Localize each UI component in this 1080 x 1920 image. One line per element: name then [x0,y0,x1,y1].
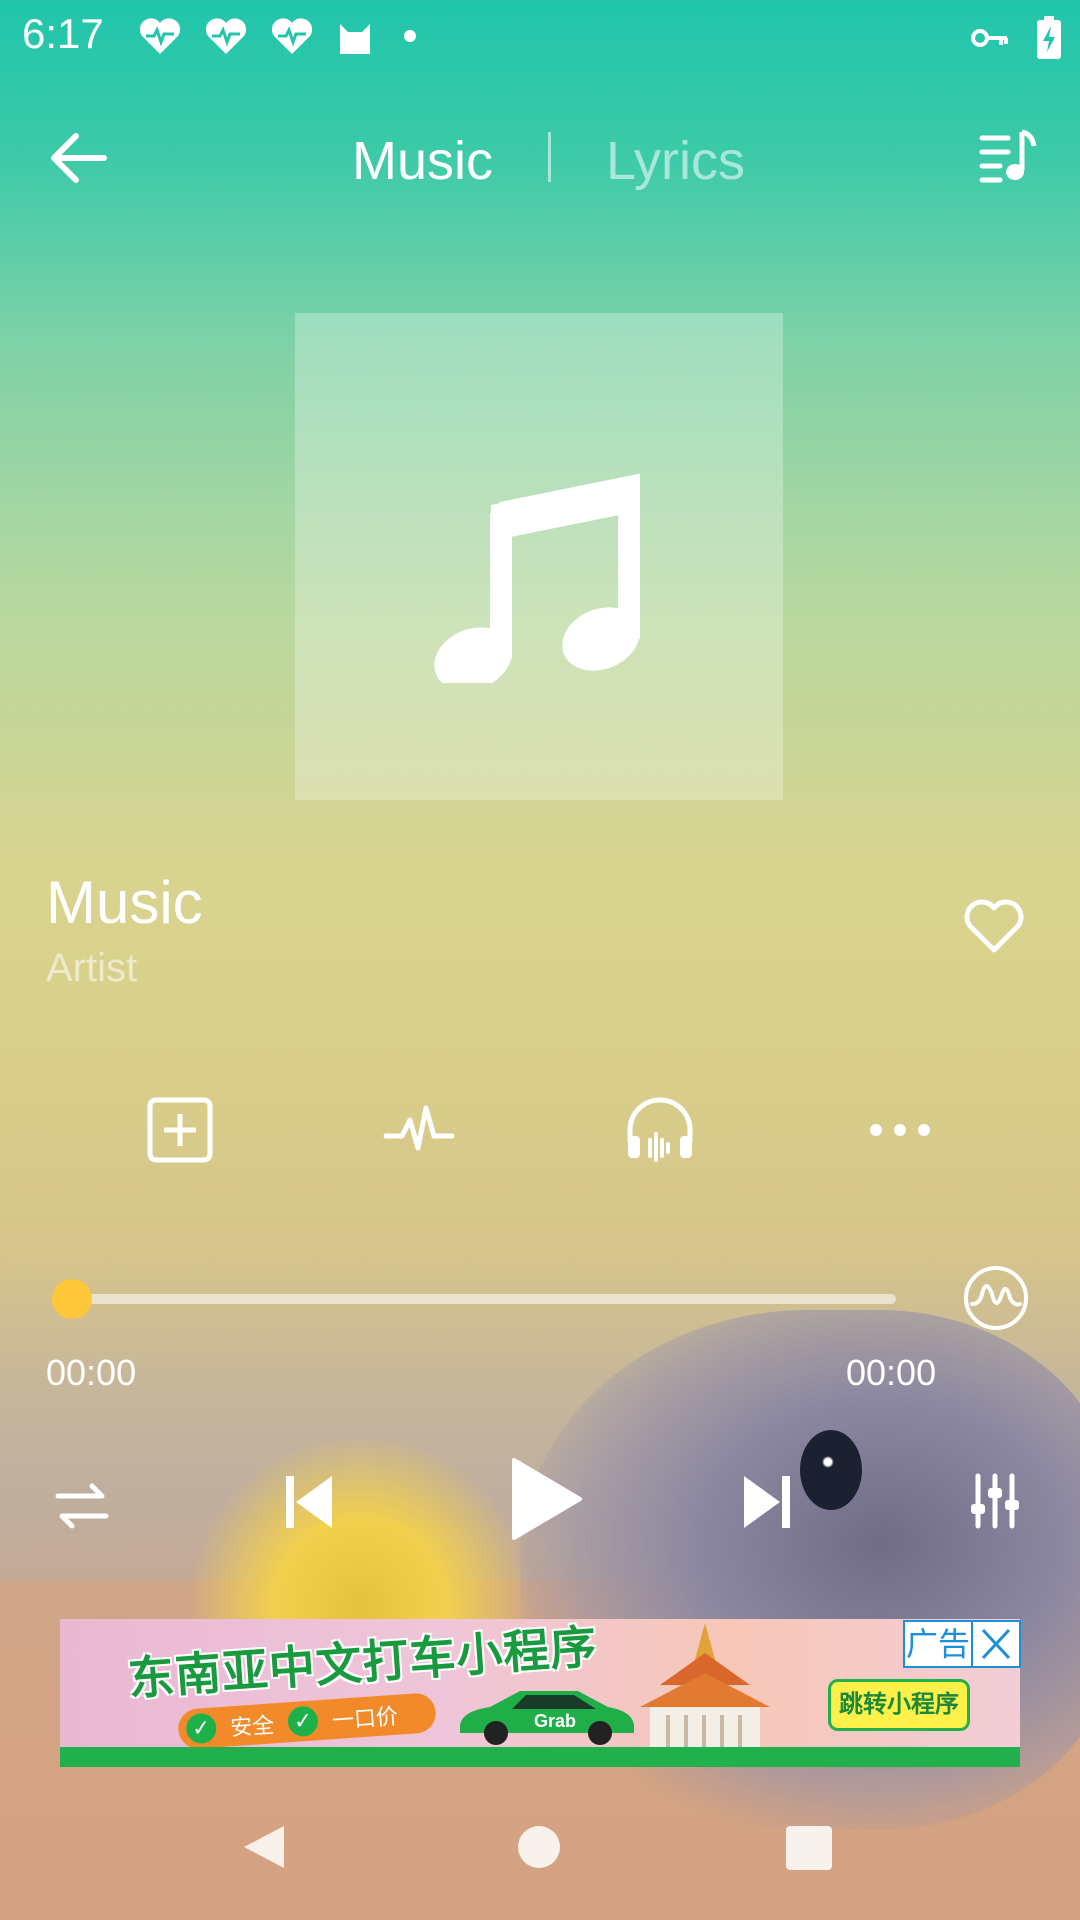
cat-icon [336,16,374,61]
repeat-button[interactable] [54,1480,110,1537]
waveform-button[interactable] [380,1090,460,1170]
nav-recents-button[interactable] [786,1826,832,1870]
heart-outline-icon [964,899,1024,953]
next-icon [744,1476,790,1528]
more-icon [870,1124,930,1136]
equalizer-icon [971,1473,1019,1529]
status-notification-icons [138,16,424,61]
progress-knob[interactable] [52,1279,92,1319]
visualizer-button[interactable] [962,1264,1030,1332]
action-row [0,1090,1080,1170]
sound-effect-button[interactable] [620,1090,700,1170]
ad-badge-safe: 安全 [229,1712,276,1741]
ad-banner[interactable]: 东南亚中文打车小程序 ✓ 安全 ✓ 一口价 Grab 跳转小程序 [60,1619,1020,1767]
playlist-music-icon [979,129,1037,183]
ad-cta-button[interactable]: 跳转小程序 [828,1679,970,1731]
playlist-button[interactable] [978,126,1038,186]
ad-label: 广告 [903,1620,973,1668]
tab-music[interactable]: Music [352,130,493,192]
check-icon: ✓ [287,1705,320,1738]
play-icon [512,1458,582,1540]
ad-temple-image [640,1623,770,1749]
status-time: 6:17 [22,10,104,57]
heart-pulse-icon [138,16,182,61]
nav-home-button[interactable] [518,1826,560,1868]
key-icon [970,18,1010,63]
playback-controls [0,1450,1080,1560]
dot-icon [396,16,424,61]
top-bar: Music Lyrics [0,100,1080,220]
tab-separator [548,132,551,182]
status-bar: 6:17 [0,0,1080,72]
equalizer-button[interactable] [968,1472,1022,1535]
music-note-icon [434,473,640,683]
ad-close-button[interactable] [971,1620,1021,1668]
play-button[interactable] [510,1456,584,1547]
status-system-icons [970,16,1062,65]
nav-back-button[interactable] [240,1822,288,1877]
visualizer-icon [964,1266,1028,1330]
add-to-playlist-button[interactable] [140,1090,220,1170]
heart-pulse-icon [204,16,248,61]
next-button[interactable] [742,1474,792,1535]
album-art [295,313,783,800]
headphones-icon [627,1097,693,1162]
back-button[interactable] [42,128,122,188]
track-artist: Artist [46,946,138,990]
time-total: 00:00 [846,1352,937,1393]
ad-brand: Grab [534,1711,576,1731]
arrow-left-icon [51,133,107,183]
battery-charging-icon [1036,16,1062,65]
triangle-back-icon [244,1826,284,1868]
waveform-icon [383,1105,455,1151]
close-icon [981,1628,1011,1660]
previous-button[interactable] [284,1474,334,1535]
tab-lyrics[interactable]: Lyrics [606,130,745,192]
check-icon: ✓ [185,1712,218,1745]
repeat-icon [55,1483,109,1529]
add-to-playlist-icon [147,1097,213,1163]
previous-icon [286,1476,332,1528]
favorite-button[interactable] [962,896,1030,960]
time-current: 00:00 [46,1352,137,1393]
progress-track[interactable] [72,1294,896,1304]
heart-pulse-icon [270,16,314,61]
track-title: Music [46,869,203,936]
ad-car-image: Grab [460,1691,634,1745]
ad-badge-fixed-price: 一口价 [331,1703,399,1734]
ad-bottom-strip [60,1747,1020,1767]
more-options-button[interactable] [860,1090,940,1170]
navigation-bar [0,1800,1080,1920]
